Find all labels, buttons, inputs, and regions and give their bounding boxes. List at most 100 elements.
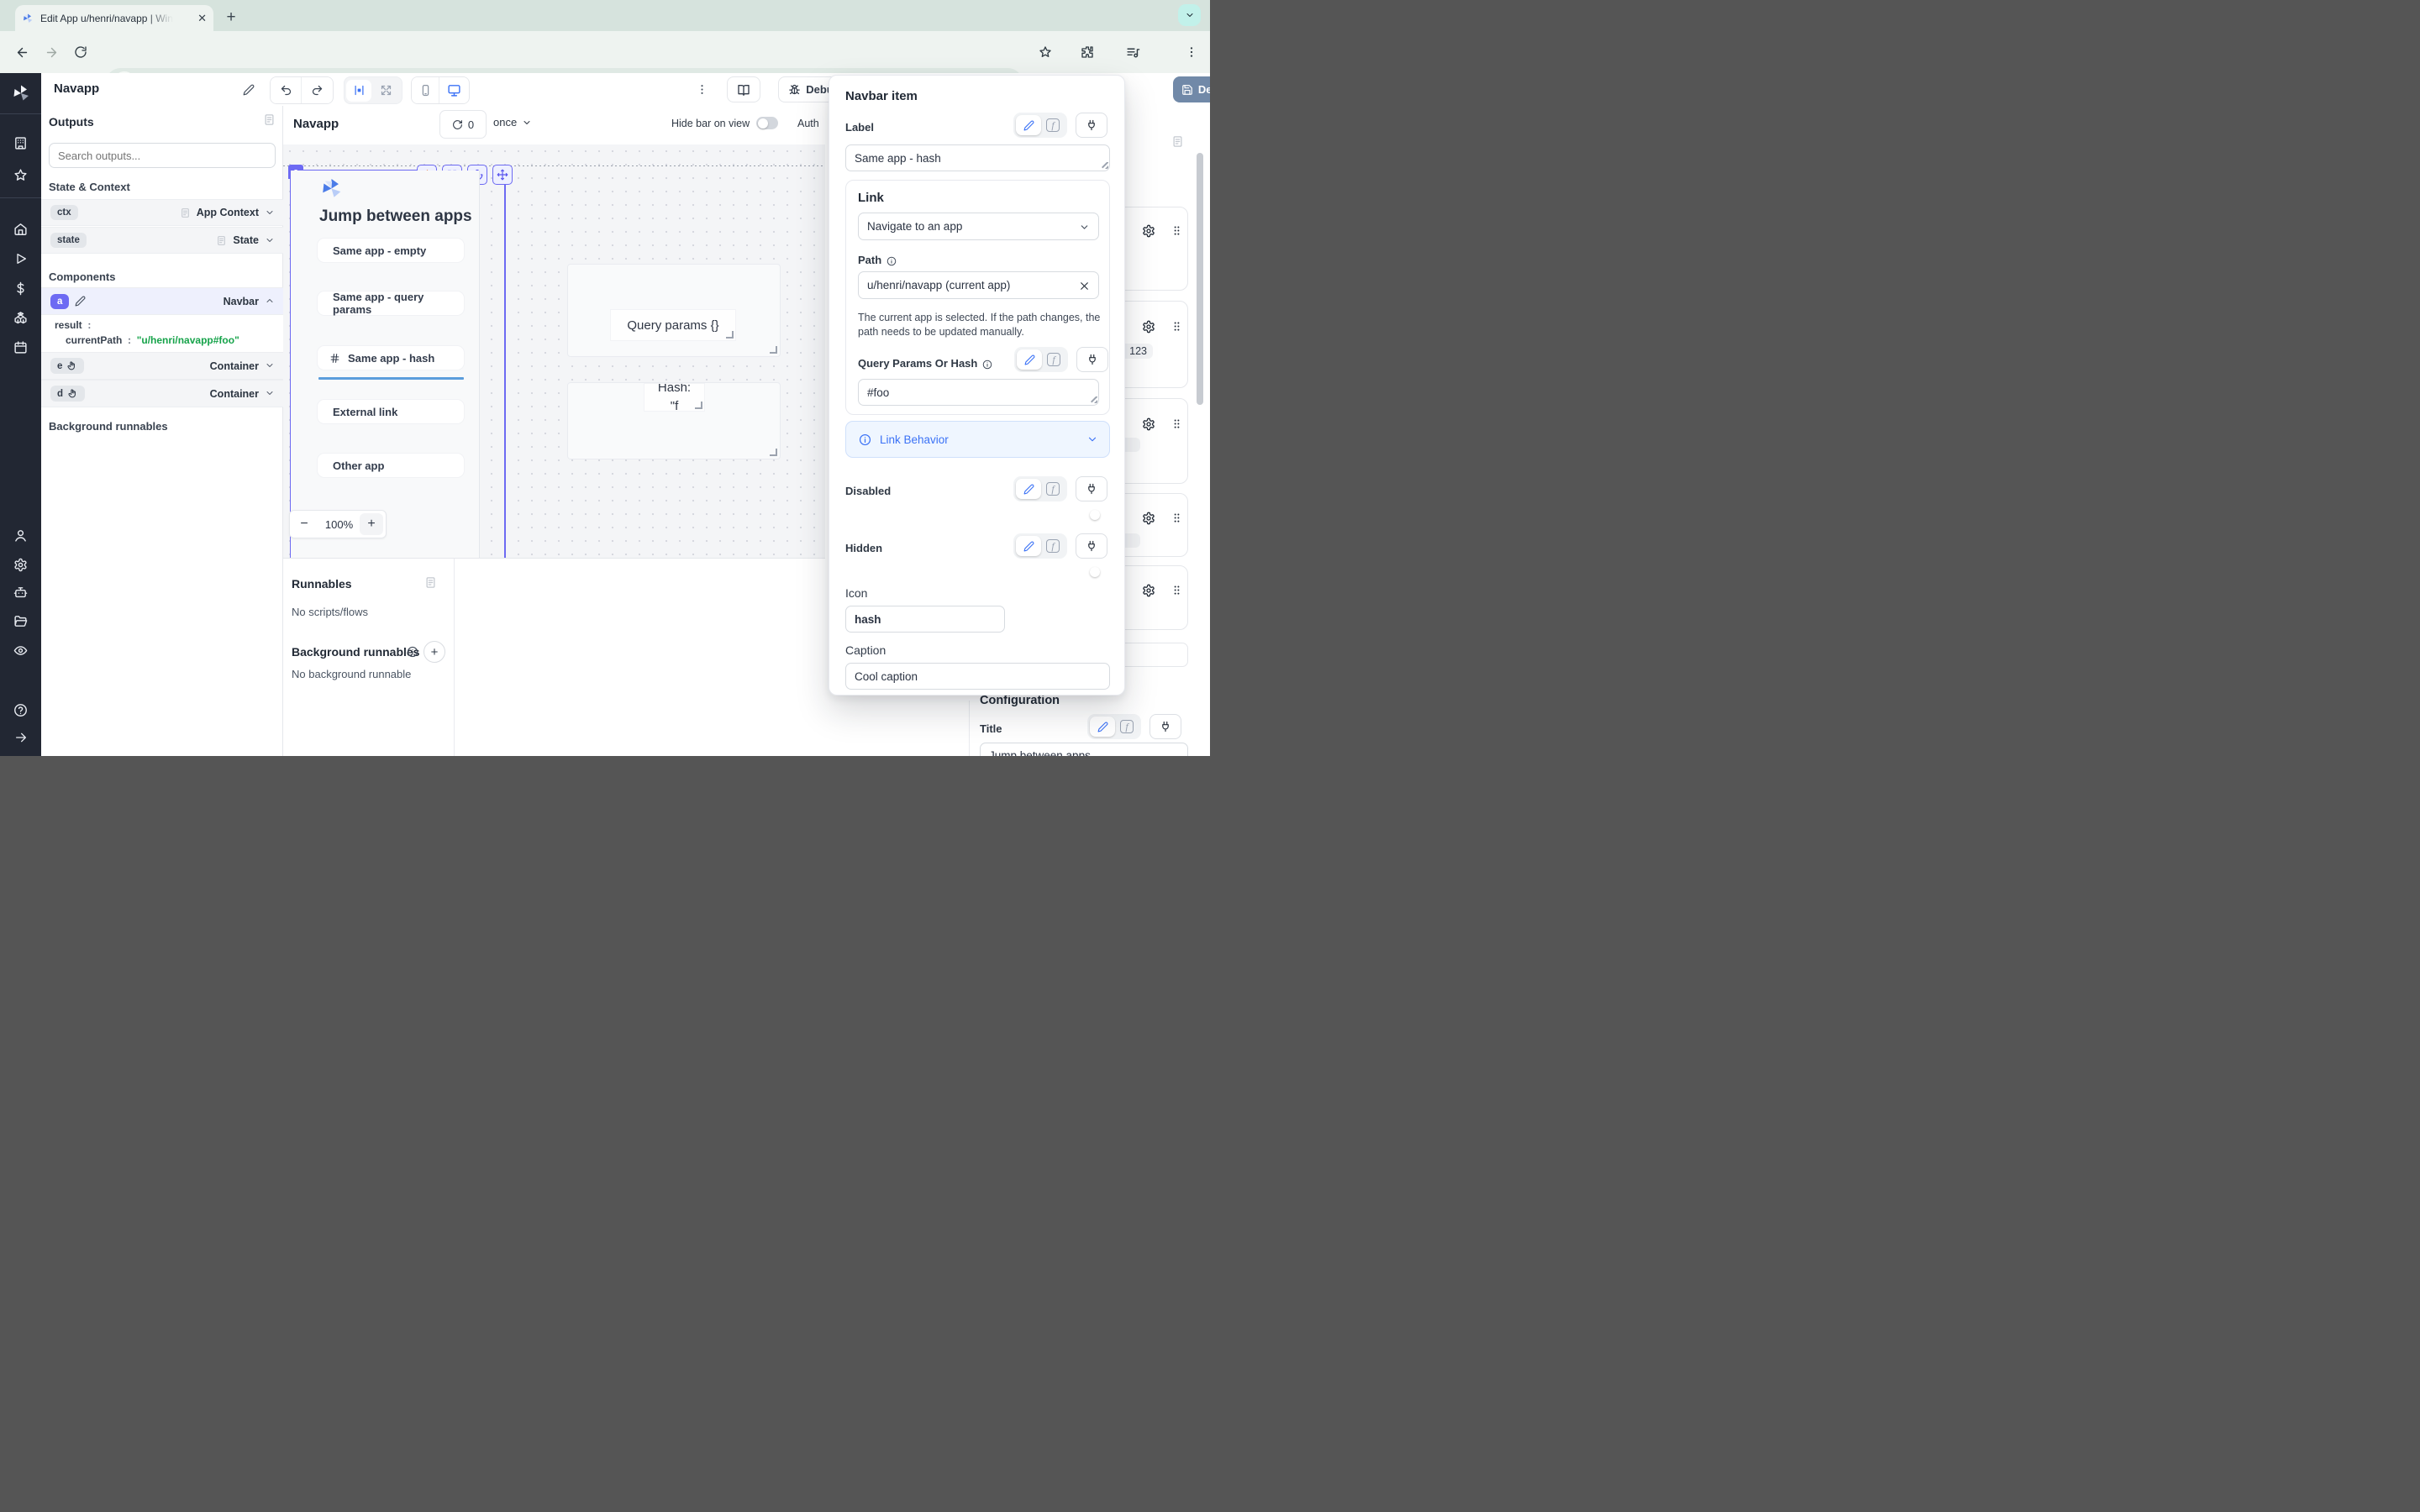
rail-item-users[interactable] bbox=[0, 524, 41, 546]
panel-scrollbar[interactable] bbox=[1197, 153, 1203, 405]
item-drag-handle[interactable] bbox=[1171, 417, 1183, 432]
rail-item-runs[interactable] bbox=[0, 248, 41, 270]
hash-container[interactable]: Hash: "f bbox=[567, 382, 781, 459]
rail-item-variables[interactable] bbox=[0, 277, 41, 299]
static-value-button[interactable] bbox=[1016, 536, 1041, 556]
chevron-down-icon[interactable] bbox=[265, 386, 275, 402]
static-value-button[interactable] bbox=[1016, 479, 1041, 499]
resize-handle[interactable] bbox=[726, 331, 734, 339]
rail-item-help[interactable] bbox=[0, 699, 41, 721]
rail-item-home[interactable] bbox=[0, 218, 41, 239]
nav-item[interactable]: Same app - query params bbox=[318, 291, 464, 315]
redo-button[interactable] bbox=[302, 77, 332, 103]
output-row-ctx[interactable]: ctx App Context bbox=[41, 199, 283, 226]
tab-close-icon[interactable]: ✕ bbox=[197, 13, 207, 24]
expression-button[interactable]: f bbox=[1041, 537, 1065, 555]
zoom-out-button[interactable]: − bbox=[290, 511, 318, 538]
windmill-logo[interactable] bbox=[0, 82, 41, 104]
link-behavior-collapsible[interactable]: Link Behavior bbox=[845, 421, 1110, 458]
rail-item-folders[interactable] bbox=[0, 610, 41, 632]
link-kind-select[interactable]: Navigate to an app bbox=[858, 213, 1099, 240]
panel-toggle-icon[interactable] bbox=[424, 575, 437, 591]
connect-button[interactable] bbox=[1076, 533, 1107, 559]
search-outputs-input[interactable] bbox=[49, 143, 276, 168]
title-input[interactable] bbox=[980, 743, 1188, 756]
query-input[interactable] bbox=[858, 379, 1099, 406]
expression-button[interactable]: f bbox=[1042, 350, 1065, 369]
zoom-in-button[interactable]: + bbox=[360, 513, 383, 535]
tab-strip-chevron-button[interactable] bbox=[1178, 4, 1201, 26]
icon-input[interactable] bbox=[845, 606, 1005, 633]
query-params-container[interactable]: Query params {} bbox=[567, 264, 781, 357]
expression-button[interactable]: f bbox=[1041, 480, 1065, 498]
header-more-button[interactable] bbox=[696, 82, 708, 97]
rail-item-schedules[interactable] bbox=[0, 336, 41, 358]
caption-input[interactable] bbox=[845, 663, 1110, 690]
bookmark-button[interactable] bbox=[1034, 40, 1057, 64]
connect-button[interactable] bbox=[1076, 113, 1107, 138]
edit-id-button[interactable] bbox=[75, 294, 86, 309]
resize-handle[interactable] bbox=[695, 402, 702, 409]
browser-menu-button[interactable] bbox=[1180, 40, 1203, 64]
rail-item-settings[interactable] bbox=[0, 554, 41, 575]
rename-app-button[interactable] bbox=[243, 82, 255, 97]
nav-item[interactable]: External link bbox=[318, 400, 464, 423]
hide-bar-toggle[interactable] bbox=[756, 117, 778, 129]
panel-toggle-icon[interactable] bbox=[263, 113, 276, 128]
chevron-up-icon[interactable] bbox=[265, 294, 275, 309]
item-drag-handle[interactable] bbox=[1171, 319, 1183, 334]
chevron-down-icon[interactable] bbox=[265, 233, 275, 248]
resize-handle[interactable] bbox=[770, 449, 777, 456]
resize-handle[interactable] bbox=[1102, 162, 1108, 169]
refresh-counter[interactable]: 0 bbox=[439, 110, 487, 139]
browser-tab[interactable]: Edit App u/henri/navapp | Win ✕ bbox=[15, 5, 213, 31]
distribute-button[interactable] bbox=[346, 80, 371, 102]
component-row-d[interactable]: d Container bbox=[41, 380, 283, 407]
undo-button[interactable] bbox=[271, 77, 302, 103]
deploy-button[interactable]: Deploy bbox=[1173, 76, 1210, 102]
nav-item[interactable]: Same app - empty bbox=[318, 239, 464, 262]
item-drag-handle[interactable] bbox=[1171, 511, 1183, 526]
expand-canvas-button[interactable] bbox=[373, 77, 398, 103]
rail-item-favorites[interactable] bbox=[0, 164, 41, 186]
static-value-button[interactable] bbox=[1017, 349, 1042, 370]
component-row-navbar[interactable]: a Navbar bbox=[41, 287, 283, 315]
item-drag-handle[interactable] bbox=[1171, 583, 1183, 598]
move-component-button[interactable] bbox=[492, 165, 513, 185]
resize-handle[interactable] bbox=[770, 346, 777, 354]
expression-button[interactable]: f bbox=[1115, 717, 1139, 736]
nav-item[interactable]: Other app bbox=[318, 454, 464, 477]
connect-button[interactable] bbox=[1076, 476, 1107, 501]
app-canvas[interactable]: a Jump between apps Same app - empty Sam… bbox=[283, 144, 825, 558]
item-settings-button[interactable] bbox=[1142, 583, 1155, 598]
expression-button[interactable]: f bbox=[1041, 116, 1065, 134]
chevron-down-icon[interactable] bbox=[265, 205, 275, 220]
panel-toggle-icon[interactable] bbox=[1171, 134, 1184, 150]
reload-button[interactable] bbox=[69, 40, 92, 64]
item-settings-button[interactable] bbox=[1142, 223, 1155, 239]
refresh-mode-select[interactable]: once bbox=[493, 116, 532, 129]
add-background-runnable-button[interactable]: + bbox=[424, 641, 445, 663]
playlist-button[interactable] bbox=[1121, 40, 1144, 64]
item-settings-button[interactable] bbox=[1142, 511, 1155, 526]
rail-item-resources[interactable] bbox=[0, 307, 41, 328]
clear-path-button[interactable] bbox=[1079, 279, 1090, 291]
forward-button[interactable] bbox=[39, 40, 63, 64]
back-button[interactable] bbox=[10, 40, 34, 64]
mobile-view-button[interactable] bbox=[412, 77, 439, 103]
path-input[interactable]: u/henri/navapp (current app) bbox=[858, 271, 1099, 299]
resize-handle[interactable] bbox=[1091, 396, 1097, 403]
static-value-button[interactable] bbox=[1090, 717, 1115, 737]
nav-item-active[interactable]: Same app - hash bbox=[318, 346, 464, 370]
docs-button[interactable] bbox=[727, 76, 760, 102]
label-input[interactable] bbox=[845, 144, 1110, 171]
rail-item-workers[interactable] bbox=[0, 581, 41, 603]
rail-expand-button[interactable] bbox=[0, 727, 41, 748]
rail-item-audit-logs[interactable] bbox=[0, 639, 41, 661]
new-tab-button[interactable]: + bbox=[220, 7, 242, 29]
component-row-e[interactable]: e Container bbox=[41, 352, 283, 380]
item-settings-button[interactable] bbox=[1142, 319, 1155, 334]
chevron-down-icon[interactable] bbox=[265, 359, 275, 374]
output-row-state[interactable]: state State bbox=[41, 227, 283, 254]
item-drag-handle[interactable] bbox=[1171, 223, 1183, 239]
